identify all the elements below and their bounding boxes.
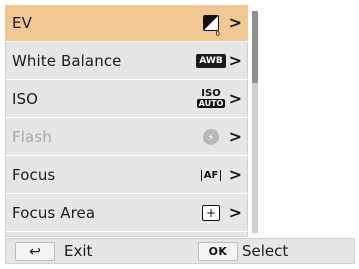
- settings-menu: EV 0 > White Balance AWB > ISO ISO AUTO …: [5, 5, 248, 237]
- flash-off-icon: ⚡: [200, 127, 222, 147]
- ok-button[interactable]: OK: [198, 242, 238, 261]
- menu-item-label: Focus Area: [12, 204, 96, 222]
- chevron-right-icon: >: [228, 13, 242, 32]
- ev-box: [203, 15, 219, 31]
- menu-item-label: ISO: [12, 90, 39, 108]
- plus-glyph: +: [202, 205, 220, 221]
- select-label: Select: [242, 242, 289, 260]
- af-badge: AF: [200, 169, 222, 181]
- iso-top: ISO: [201, 88, 221, 99]
- iso-auto-icon: ISO AUTO: [196, 89, 226, 109]
- menu-item-focus[interactable]: Focus AF >: [5, 157, 248, 194]
- flash-circle: ⚡: [203, 129, 219, 145]
- menu-item-label: Focus: [12, 166, 56, 184]
- footer-bar: ↩ Exit OK Select: [5, 238, 355, 264]
- menu-item-label: White Balance: [12, 52, 122, 70]
- focus-area-icon: +: [200, 203, 222, 223]
- menu-item-flash[interactable]: Flash ⚡ >: [5, 119, 248, 156]
- ev-value: 0: [215, 30, 220, 38]
- autofocus-icon: AF: [200, 165, 222, 185]
- chevron-right-icon: >: [228, 127, 242, 146]
- menu-item-white-balance[interactable]: White Balance AWB >: [5, 43, 248, 80]
- chevron-right-icon: >: [228, 51, 242, 70]
- chevron-right-icon: >: [228, 165, 242, 184]
- menu-scrollbar[interactable]: [252, 11, 258, 233]
- chevron-right-icon: >: [228, 89, 242, 108]
- menu-scrollbar-thumb[interactable]: [252, 11, 258, 83]
- menu-item-ev[interactable]: EV 0 >: [5, 5, 248, 42]
- awb-badge: AWB: [196, 54, 226, 68]
- awb-icon: AWB: [196, 51, 226, 71]
- iso-bottom: AUTO: [196, 99, 226, 108]
- back-button[interactable]: ↩: [15, 242, 55, 261]
- exit-label: Exit: [64, 242, 93, 260]
- menu-item-label: Flash: [12, 128, 52, 146]
- back-arrow-icon: ↩: [29, 243, 41, 260]
- menu-item-label: EV: [12, 14, 32, 32]
- chevron-right-icon: >: [228, 203, 242, 222]
- ev-half: [204, 16, 218, 30]
- menu-item-iso[interactable]: ISO ISO AUTO >: [5, 81, 248, 118]
- ok-label: OK: [208, 245, 228, 258]
- ev-icon: 0: [200, 13, 222, 38]
- menu-item-focus-area[interactable]: Focus Area + >: [5, 195, 248, 232]
- iso-stack: ISO AUTO: [196, 88, 226, 108]
- camera-menu-screen: EV 0 > White Balance AWB > ISO ISO AUTO …: [0, 0, 359, 269]
